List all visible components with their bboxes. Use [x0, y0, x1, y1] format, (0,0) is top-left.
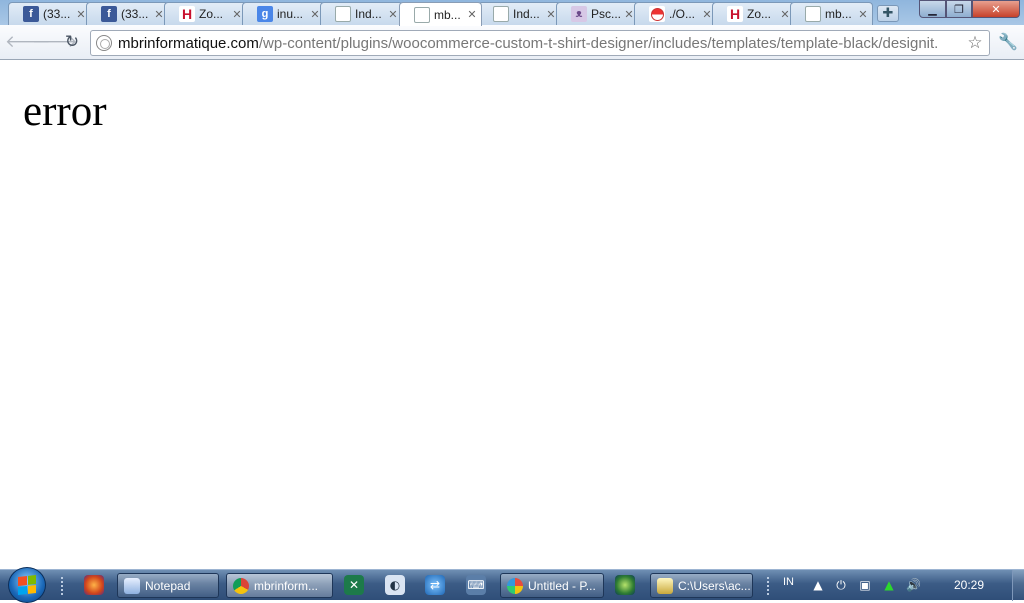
- show-desktop-button[interactable]: [1012, 570, 1024, 601]
- start-button[interactable]: [8, 567, 46, 603]
- close-window-button[interactable]: ✕: [972, 0, 1020, 18]
- restore-icon: ❐: [954, 2, 964, 16]
- tab-title: ./O...: [669, 7, 696, 21]
- paint-icon: [507, 577, 523, 594]
- reload-button[interactable]: ↻: [61, 32, 83, 54]
- close-icon[interactable]: ✕: [232, 8, 242, 21]
- volume-icon[interactable]: 🔊: [906, 578, 921, 592]
- tab[interactable]: f (33... ✕: [86, 2, 169, 25]
- url-host: mbrinformatique.com: [118, 34, 259, 52]
- network-icon[interactable]: ⇄: [425, 575, 445, 595]
- bookmark-star-icon[interactable]: ☆: [965, 33, 985, 53]
- tab-title: Ind...: [513, 7, 540, 21]
- tab-title: Ind...: [355, 7, 382, 21]
- facebook-icon: f: [23, 6, 39, 22]
- flag-icon: [649, 6, 665, 22]
- taskbar-notepad2-button[interactable]: C:\Users\ac...: [650, 573, 753, 598]
- power-plug-icon[interactable]: ⏻: [834, 578, 848, 592]
- taskbar-button-label: mbrinform...: [254, 578, 319, 593]
- close-icon[interactable]: ✕: [154, 8, 164, 21]
- taskbar-button-label: Notepad: [145, 578, 191, 593]
- page-info-icon[interactable]: [96, 35, 112, 51]
- minimize-button[interactable]: ▁: [919, 0, 946, 18]
- forward-button[interactable]: 🡒: [32, 32, 78, 54]
- document-icon: [414, 6, 430, 23]
- taskbar-button-label: C:\Users\ac...: [678, 578, 751, 593]
- clock[interactable]: 20:29: [944, 578, 994, 592]
- tab-title: Zo...: [199, 7, 224, 21]
- notepad-icon: [124, 577, 140, 594]
- facebook-icon: f: [101, 6, 117, 22]
- tab[interactable]: mb... ✕: [790, 2, 873, 25]
- close-icon[interactable]: ✕: [546, 8, 556, 21]
- tab[interactable]: Ind... ✕: [478, 2, 561, 25]
- new-tab-button[interactable]: ✚: [877, 5, 899, 22]
- close-icon[interactable]: ✕: [467, 8, 477, 21]
- settings-menu-button[interactable]: 🔧: [997, 31, 1019, 53]
- network-tray-icon[interactable]: ▣: [858, 578, 872, 592]
- tab-title: inu...: [277, 7, 304, 21]
- taskbar-button-label: Untitled - P...: [528, 578, 596, 593]
- cat-icon: ᴥ: [571, 6, 587, 22]
- taskbar-grip[interactable]: [766, 576, 770, 596]
- tab[interactable]: Ind... ✕: [320, 2, 403, 25]
- close-icon[interactable]: ✕: [858, 8, 868, 21]
- app-globe-icon[interactable]: [615, 575, 635, 595]
- url-path: /wp-content/plugins/woocommerce-custom-t…: [258, 34, 939, 52]
- tab-strip: f (33... ✕ f (33... ✕ H Zo... ✕ g inu...…: [0, 0, 1024, 26]
- wrench-icon: 🔧: [998, 32, 1018, 51]
- document-icon: [335, 6, 351, 22]
- close-icon[interactable]: ✕: [76, 8, 86, 21]
- tab-title: mb...: [825, 7, 852, 21]
- error-text: error: [23, 88, 107, 135]
- tab-title: (33...: [43, 7, 71, 21]
- tab[interactable]: H Zo... ✕: [164, 2, 247, 25]
- tab[interactable]: f (33... ✕: [8, 2, 91, 25]
- tab[interactable]: ᴥ Psc... ✕: [556, 2, 639, 25]
- document-icon: [805, 6, 821, 22]
- tab-title: (33...: [121, 7, 149, 21]
- close-icon[interactable]: ✕: [780, 8, 790, 21]
- reload-icon: ↻: [64, 32, 80, 52]
- minimize-icon: ▁: [928, 2, 937, 16]
- windows-logo-icon: [18, 575, 36, 595]
- maximize-button[interactable]: ❐: [946, 0, 972, 18]
- notepad-icon: [657, 577, 673, 594]
- taskbar-paint-button[interactable]: Untitled - P...: [500, 573, 604, 598]
- language-indicator[interactable]: IN: [783, 576, 794, 588]
- document-icon: [493, 6, 509, 22]
- h-logo-icon: H: [727, 6, 743, 22]
- tab-title: Psc...: [591, 7, 622, 21]
- tab[interactable]: H Zo... ✕: [712, 2, 795, 25]
- show-hidden-icons-icon[interactable]: ▲: [811, 578, 825, 592]
- taskbar-chrome-button[interactable]: mbrinform...: [226, 573, 333, 598]
- tab-title: Zo...: [747, 7, 772, 21]
- taskbar: Notepad mbrinform... ✕ ◐ ⇄ ⌨ Untitled - …: [0, 567, 1024, 603]
- tab-title: mb...: [434, 7, 461, 22]
- system-tool-icon[interactable]: ◐: [385, 575, 405, 595]
- url-text[interactable]: mbrinformatique.com/wp-content/plugins/w…: [118, 35, 965, 52]
- chrome-icon: [233, 577, 249, 594]
- firefox-icon[interactable]: [84, 575, 104, 595]
- tab-active[interactable]: mb... ✕: [399, 2, 482, 26]
- close-icon[interactable]: ✕: [310, 8, 320, 21]
- address-bar[interactable]: mbrinformatique.com/wp-content/plugins/w…: [90, 30, 990, 56]
- close-icon: ✕: [991, 2, 1001, 16]
- back-button[interactable]: 🡐: [5, 32, 51, 54]
- tab[interactable]: ./O... ✕: [634, 2, 717, 25]
- green-arrow-icon[interactable]: ▲: [882, 578, 896, 592]
- page-content: error: [0, 61, 1024, 569]
- google-icon: g: [257, 6, 273, 22]
- taskbar-grip[interactable]: [60, 576, 64, 596]
- keyboard-icon[interactable]: ⌨: [466, 575, 486, 595]
- plus-icon: ✚: [882, 6, 894, 21]
- h-logo-icon: H: [179, 6, 195, 22]
- browser-toolbar: 🡐 🡒 ↻ mbrinformatique.com/wp-content/plu…: [0, 25, 1024, 60]
- taskbar-notepad-button[interactable]: Notepad: [117, 573, 219, 598]
- close-icon[interactable]: ✕: [388, 8, 398, 21]
- excel-icon[interactable]: ✕: [344, 575, 364, 595]
- close-icon[interactable]: ✕: [624, 8, 634, 21]
- close-icon[interactable]: ✕: [702, 8, 712, 21]
- tab[interactable]: g inu... ✕: [242, 2, 325, 25]
